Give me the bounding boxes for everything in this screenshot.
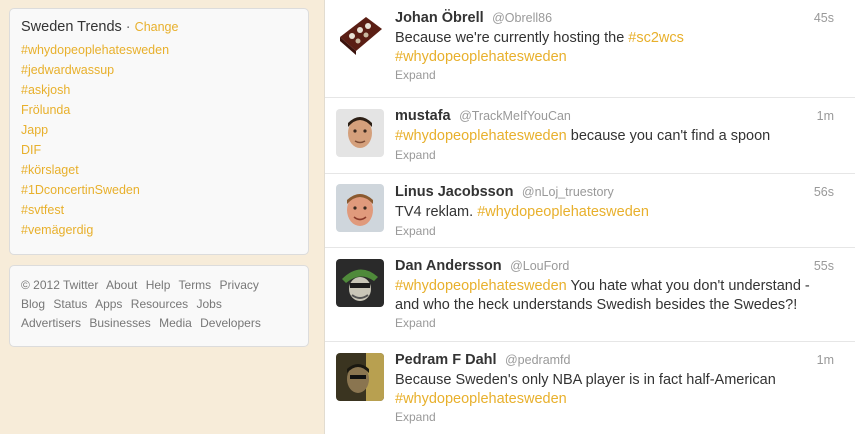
tweet-item[interactable]: Johan Öbrell @Obrell86 45s Because we're… xyxy=(325,0,855,98)
tweet-text-part: Because Sweden's only NBA player is in f… xyxy=(395,372,776,388)
tweet-author-name[interactable]: mustafa xyxy=(395,108,451,124)
site-footer: © 2012 Twitter About Help Terms Privacy … xyxy=(9,265,309,347)
footer-link-resources[interactable]: Resources xyxy=(131,297,188,311)
expand-link[interactable]: Expand xyxy=(395,224,834,238)
hashtag-link[interactable]: #whydopeoplehatesweden xyxy=(395,278,567,294)
tweet-stream: Johan Öbrell @Obrell86 45s Because we're… xyxy=(324,0,855,434)
footer-copyright: © 2012 Twitter xyxy=(21,278,99,292)
tweet-author-handle[interactable]: @pedramfd xyxy=(505,353,571,367)
tweet-timestamp[interactable]: 55s xyxy=(814,259,834,273)
trend-item[interactable]: DIF xyxy=(21,140,297,160)
trend-item[interactable]: Japp xyxy=(21,120,297,140)
avatar[interactable] xyxy=(336,353,384,401)
tweet-timestamp[interactable]: 56s xyxy=(814,185,834,199)
footer-link-status[interactable]: Status xyxy=(53,297,87,311)
footer-link-help[interactable]: Help xyxy=(146,278,171,292)
expand-link[interactable]: Expand xyxy=(395,316,834,330)
footer-link-about[interactable]: About xyxy=(106,278,137,292)
trend-item[interactable]: #svtfest xyxy=(21,200,297,220)
tweet-timestamp[interactable]: 45s xyxy=(814,11,834,25)
hashtag-link[interactable]: #whydopeoplehatesweden xyxy=(395,391,567,407)
hashtag-link[interactable]: #whydopeoplehatesweden xyxy=(395,128,567,144)
footer-link-media[interactable]: Media xyxy=(159,316,192,330)
tweet-item[interactable]: Pedram F Dahl @pedramfd 1m Because Swede… xyxy=(325,342,855,434)
tweet-text-part: because you can't find a spoon xyxy=(566,128,771,144)
tweet-author-handle[interactable]: @LouFord xyxy=(510,259,569,273)
hashtag-link[interactable]: #sc2wcs xyxy=(628,30,684,46)
tweet-item[interactable]: Dan Andersson @LouFord 55s #whydopeopleh… xyxy=(325,248,855,342)
trends-module: Sweden Trends · Change #whydopeoplehates… xyxy=(9,8,309,255)
tweet-text-part: Because we're currently hosting the xyxy=(395,30,629,46)
tweet-timestamp[interactable]: 1m xyxy=(817,109,834,123)
tweet-text: #whydopeoplehatesweden You hate what you… xyxy=(395,277,834,314)
footer-link-jobs[interactable]: Jobs xyxy=(196,297,221,311)
trends-title: Sweden Trends xyxy=(21,19,122,35)
trend-item[interactable]: #1DconcertinSweden xyxy=(21,180,297,200)
footer-line: Blog Status Apps Resources Jobs xyxy=(21,295,297,314)
tweet-item[interactable]: mustafa @TrackMeIfYouCan 1m #whydopeople… xyxy=(325,98,855,174)
tweet-timestamp[interactable]: 1m xyxy=(817,353,834,367)
footer-link-blog[interactable]: Blog xyxy=(21,297,45,311)
avatar[interactable] xyxy=(336,259,384,307)
tweet-author-handle[interactable]: @nLoj_truestory xyxy=(522,185,614,199)
trend-item[interactable]: Frölunda xyxy=(21,100,297,120)
trend-item[interactable]: #vemägerdig xyxy=(21,220,297,240)
trends-separator: · xyxy=(125,19,131,35)
avatar[interactable] xyxy=(336,11,384,59)
tweet-text: #whydopeoplehatesweden because you can't… xyxy=(395,127,834,146)
trend-item[interactable]: #askjosh xyxy=(21,80,297,100)
tweet-text: TV4 reklam. #whydopeoplehatesweden xyxy=(395,203,834,222)
tweet-author-name[interactable]: Johan Öbrell xyxy=(395,10,484,26)
hashtag-link[interactable]: #whydopeoplehatesweden xyxy=(395,49,567,65)
tweet-author-name[interactable]: Pedram F Dahl xyxy=(395,352,497,368)
tweet-text: Because Sweden's only NBA player is in f… xyxy=(395,371,834,408)
tweet-author-name[interactable]: Dan Andersson xyxy=(395,258,502,274)
footer-line: Advertisers Businesses Media Developers xyxy=(21,314,297,333)
footer-link-businesses[interactable]: Businesses xyxy=(89,316,150,330)
tweet-text: Because we're currently hosting the #sc2… xyxy=(395,29,834,66)
footer-link-privacy[interactable]: Privacy xyxy=(220,278,259,292)
expand-link[interactable]: Expand xyxy=(395,148,834,162)
tweet-author-name[interactable]: Linus Jacobsson xyxy=(395,184,513,200)
left-column: Sweden Trends · Change #whydopeoplehates… xyxy=(9,8,309,347)
trend-item[interactable]: #körslaget xyxy=(21,160,297,180)
trends-header: Sweden Trends · Change xyxy=(21,19,297,35)
tweet-author-handle[interactable]: @Obrell86 xyxy=(492,11,552,25)
avatar[interactable] xyxy=(336,109,384,157)
change-trends-link[interactable]: Change xyxy=(135,20,179,34)
avatar[interactable] xyxy=(336,184,384,232)
trend-item[interactable]: #whydopeoplehatesweden xyxy=(21,40,297,60)
hashtag-link[interactable]: #whydopeoplehatesweden xyxy=(477,204,649,220)
footer-link-developers[interactable]: Developers xyxy=(200,316,261,330)
expand-link[interactable]: Expand xyxy=(395,68,834,82)
footer-link-apps[interactable]: Apps xyxy=(95,297,122,311)
expand-link[interactable]: Expand xyxy=(395,410,834,424)
tweet-author-handle[interactable]: @TrackMeIfYouCan xyxy=(459,109,571,123)
footer-line: © 2012 Twitter About Help Terms Privacy xyxy=(21,276,297,295)
tweet-item[interactable]: Linus Jacobsson @nLoj_truestory 56s TV4 … xyxy=(325,174,855,248)
tweet-text-part: TV4 reklam. xyxy=(395,204,478,220)
footer-link-terms[interactable]: Terms xyxy=(179,278,212,292)
footer-link-advertisers[interactable]: Advertisers xyxy=(21,316,81,330)
trend-item[interactable]: #jedwardwassup xyxy=(21,60,297,80)
